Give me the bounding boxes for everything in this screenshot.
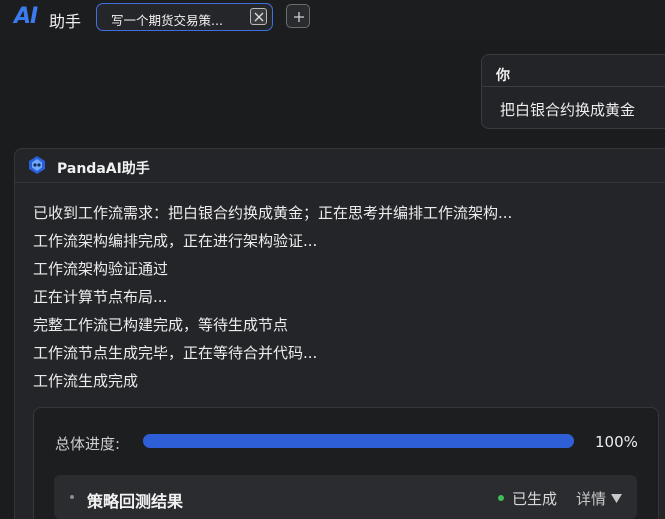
app-name: 助手 xyxy=(49,12,82,31)
user-message: 你 把白银合约换成黄金 xyxy=(481,54,665,129)
progress-percent: 100% xyxy=(595,433,638,451)
message-line: 工作流架构编排完成，正在进行架构验证... xyxy=(33,232,318,250)
progress-fill xyxy=(143,434,574,448)
tab-workflow[interactable]: 写一个期货交易策... xyxy=(96,3,273,31)
divider xyxy=(482,86,665,87)
plus-icon xyxy=(294,12,304,22)
node-row[interactable]: 策略回测结果 已生成 详情 xyxy=(54,475,637,519)
progress-card: 总体进度: 100% 策略回测结果 已生成 详情 xyxy=(33,407,659,519)
assistant-message-lines: 已收到工作流需求：把白银合约换成黄金；正在思考并编排工作流架构... 工作流架构… xyxy=(33,199,512,395)
tab-label: 写一个期货交易策... xyxy=(111,13,223,28)
caret-down-icon[interactable] xyxy=(611,494,622,503)
add-tab-button[interactable] xyxy=(286,4,310,28)
panda-logo-icon xyxy=(29,156,45,174)
assistant-message: PandaAI助手 已收到工作流需求：把白银合约换成黄金；正在思考并编排工作流架… xyxy=(14,148,665,519)
user-message-text: 把白银合约换成黄金 xyxy=(500,101,636,119)
message-line: 工作流架构验证通过 xyxy=(33,260,169,278)
close-icon[interactable] xyxy=(250,8,267,25)
divider xyxy=(15,182,665,183)
progress-label: 总体进度: xyxy=(55,435,121,453)
progress-bar xyxy=(143,434,574,448)
message-line: 已收到工作流需求：把白银合约换成黄金；正在思考并编排工作流架构... xyxy=(33,204,513,222)
status-dot-icon xyxy=(498,495,504,501)
message-line: 工作流生成完成 xyxy=(33,372,139,390)
top-bar: AI 助手 写一个期货交易策... xyxy=(0,0,665,40)
message-line: 完整工作流已构建完成，等待生成节点 xyxy=(33,316,289,334)
bullet-icon xyxy=(70,495,74,499)
user-sender: 你 xyxy=(496,68,510,84)
node-status: 已生成 xyxy=(512,490,558,508)
assistant-sender: PandaAI助手 xyxy=(57,161,150,177)
message-line: 正在计算节点布局... xyxy=(33,288,168,306)
message-line: 工作流节点生成完毕，正在等待合并代码... xyxy=(33,344,318,362)
node-title: 策略回测结果 xyxy=(87,492,184,511)
details-button[interactable]: 详情 xyxy=(576,488,606,509)
app-logo: AI xyxy=(14,4,38,29)
